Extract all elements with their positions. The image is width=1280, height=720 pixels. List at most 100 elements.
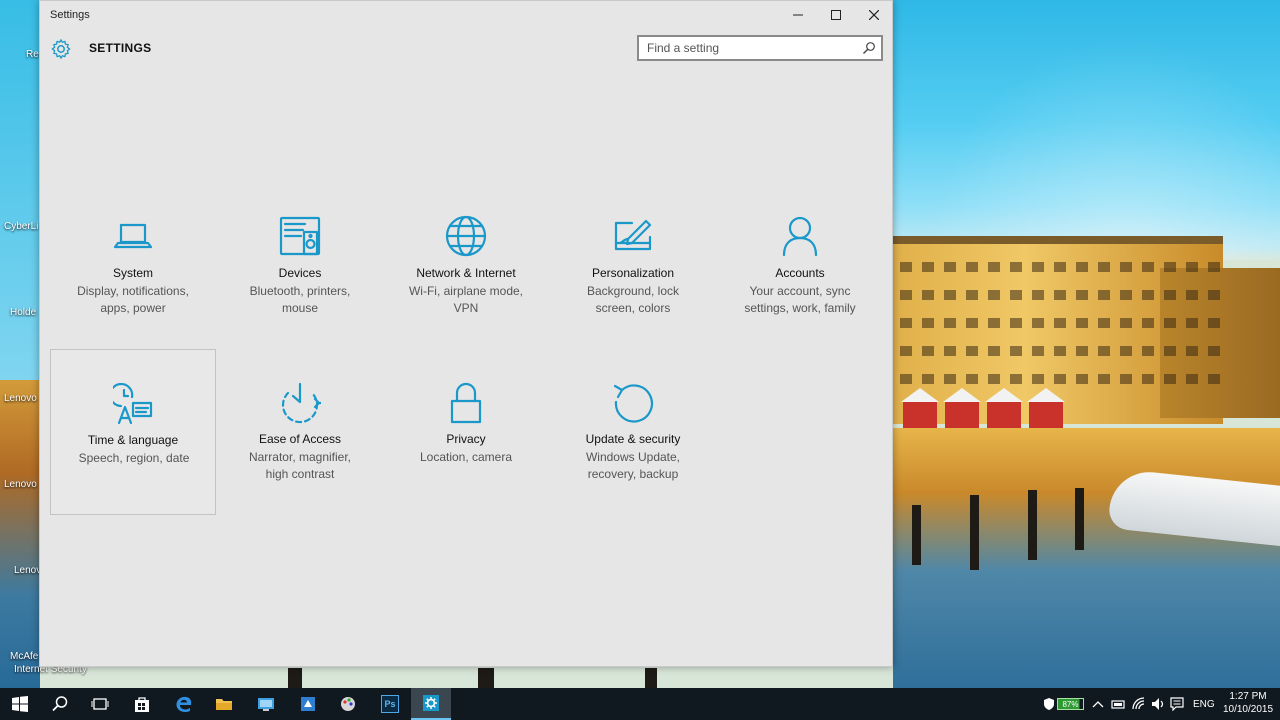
tile-network-internet[interactable]: Network & Internet Wi-Fi, airplane mode,…: [383, 183, 549, 349]
wallpaper-water: [893, 428, 1280, 688]
tile-description: Narrator, magnifier, high contrast: [227, 449, 373, 482]
desktop-icon-label[interactable]: McAfe: [10, 651, 38, 662]
edge-button[interactable]: [164, 688, 204, 720]
desktop-icon-label[interactable]: Holde: [10, 307, 36, 318]
tile-update-security[interactable]: Update & security Windows Update, recove…: [550, 349, 716, 515]
tile-description: Bluetooth, printers, mouse: [227, 283, 373, 316]
security-shield-icon[interactable]: [1043, 697, 1055, 711]
chevron-up-icon[interactable]: [1092, 699, 1104, 709]
wallpaper-boathouse: [943, 388, 981, 428]
app-button[interactable]: [328, 688, 368, 720]
desktop-icon-label[interactable]: Lenovo: [4, 393, 37, 404]
tile-description-line: Narrator, magnifier,: [248, 450, 352, 464]
tile-description-line: Windows Update,: [585, 450, 681, 464]
wifi-icon[interactable]: [1132, 697, 1146, 711]
tile-personalization[interactable]: Personalization Background, lock screen,…: [550, 183, 716, 349]
minimize-icon: [793, 14, 803, 16]
title-bar[interactable]: Settings: [40, 1, 892, 29]
wallpaper-sky-glow: [893, 0, 1280, 260]
tile-time-language[interactable]: Time & language Speech, region, date: [50, 349, 216, 515]
volume-icon[interactable]: [1151, 697, 1165, 711]
tile-description-line: Your account, sync: [749, 284, 851, 298]
taskbar: Ps 87% ENG 1:27 PM 10/10/2015: [0, 688, 1280, 720]
wallpaper-post: [288, 668, 302, 688]
tile-description: Windows Update, recovery, backup: [560, 449, 706, 482]
tile-description: Background, lock screen, colors: [560, 283, 706, 316]
file-explorer-button[interactable]: [204, 688, 244, 720]
wallpaper-left-water: [0, 380, 40, 688]
window-title: Settings: [50, 9, 90, 21]
maximize-button[interactable]: [817, 1, 855, 29]
wallpaper-windows: [900, 290, 1220, 300]
store-button[interactable]: [122, 688, 162, 720]
globe-icon: [445, 215, 487, 257]
tile-accounts[interactable]: Accounts Your account, sync settings, wo…: [717, 183, 883, 349]
start-button[interactable]: [0, 688, 40, 720]
clock-language-icon: [109, 382, 155, 425]
tile-description-line: VPN: [453, 300, 479, 315]
search-icon: [52, 696, 68, 712]
close-icon: [869, 10, 879, 20]
close-button[interactable]: [855, 1, 893, 29]
tile-description-line: Background, lock: [586, 284, 680, 298]
tile-description-line: Location, camera: [419, 450, 513, 464]
battery-indicator[interactable]: 87%: [1057, 698, 1084, 710]
search-input[interactable]: [639, 37, 849, 59]
photoshop-icon: Ps: [381, 695, 399, 713]
tile-description: Wi-Fi, airplane mode, VPN: [393, 283, 539, 316]
tile-devices[interactable]: Devices Bluetooth, printers, mouse: [217, 183, 383, 349]
wallpaper-post: [645, 668, 657, 688]
task-view-button[interactable]: [80, 688, 120, 720]
tile-description: Speech, region, date: [61, 450, 207, 467]
refresh-icon: [612, 382, 654, 424]
laptop-icon: [112, 215, 154, 257]
lock-icon: [445, 382, 487, 424]
minimize-button[interactable]: [779, 1, 817, 29]
tile-description-line: high contrast: [265, 466, 335, 481]
wallpaper-post: [478, 668, 494, 688]
tile-description-line: Speech, region, date: [78, 451, 190, 465]
keyboard-speaker-icon: [279, 215, 321, 257]
tile-title: Ease of Access: [258, 432, 342, 446]
tile-description-line: apps, power: [100, 300, 166, 315]
tile-description: Display, notifications, apps, power: [60, 283, 206, 316]
page-title: SETTINGS: [89, 41, 152, 55]
maximize-icon: [831, 10, 841, 20]
device-icon[interactable]: [1111, 698, 1125, 710]
person-icon: [779, 215, 821, 257]
gear-icon: [51, 39, 71, 59]
tile-title: System: [112, 266, 153, 280]
tile-description-line: Display, notifications,: [77, 284, 189, 298]
clock[interactable]: 1:27 PM 10/10/2015: [1220, 690, 1276, 716]
clock-date: 10/10/2015: [1222, 704, 1274, 715]
search-icon[interactable]: [862, 41, 876, 55]
wallpaper-boathouse: [985, 388, 1023, 428]
tile-description: Location, camera: [393, 449, 539, 466]
action-center-icon[interactable]: [1170, 697, 1184, 711]
edge-browser-icon: [176, 696, 192, 713]
tile-description-line: Bluetooth, printers,: [249, 284, 351, 298]
input-language[interactable]: ENG: [1193, 688, 1215, 720]
wallpaper-windows: [900, 262, 1220, 272]
clock-time: 1:27 PM: [1229, 691, 1267, 702]
photoshop-button[interactable]: Ps: [370, 688, 410, 720]
settings-window: Settings SETTINGS System: [39, 0, 893, 667]
monitor-app-icon: [258, 698, 274, 711]
paint-app-icon: [341, 697, 355, 711]
wallpaper-windows: [900, 346, 1220, 356]
wallpaper-windows: [900, 374, 1220, 384]
tile-system[interactable]: System Display, notifications, apps, pow…: [50, 183, 216, 349]
tile-ease-of-access[interactable]: Ease of Access Narrator, magnifier, high…: [217, 349, 383, 515]
folder-icon: [216, 699, 232, 710]
tile-title: Privacy: [446, 432, 486, 446]
desktop-icon-label[interactable]: CyberLi: [4, 221, 38, 232]
tile-privacy[interactable]: Privacy Location, camera: [383, 349, 549, 515]
gear-icon: [423, 695, 439, 711]
search-box[interactable]: [637, 35, 883, 61]
settings-taskbar-button[interactable]: [411, 688, 451, 720]
desktop-icon-label[interactable]: Lenovo: [4, 479, 37, 490]
tile-description: Your account, sync settings, work, famil…: [727, 283, 873, 316]
app-button[interactable]: [288, 688, 328, 720]
app-button[interactable]: [246, 688, 286, 720]
search-button[interactable]: [40, 688, 80, 720]
